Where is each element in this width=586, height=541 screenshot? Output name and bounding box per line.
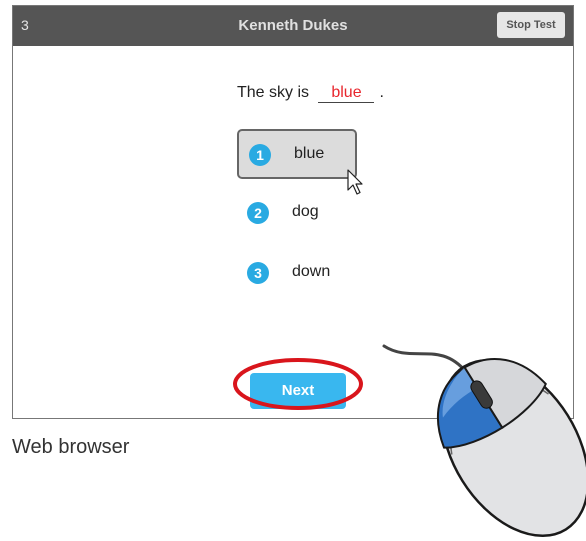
option-3[interactable]: 3 down	[237, 249, 357, 299]
option-2[interactable]: 2 dog	[237, 189, 357, 239]
prompt-suffix: .	[379, 84, 384, 101]
option-number-badge: 2	[247, 202, 269, 224]
option-1[interactable]: 1 blue	[237, 129, 357, 179]
browser-window: 3 Kenneth Dukes Stop Test The sky is blu…	[12, 5, 574, 419]
caption: Web browser	[12, 436, 130, 458]
option-label: down	[292, 263, 331, 280]
next-button[interactable]: Next	[250, 373, 346, 409]
answer-blank: blue	[318, 84, 375, 103]
option-label: dog	[292, 203, 319, 220]
student-name: Kenneth Dukes	[238, 17, 348, 34]
prompt-prefix: The sky is	[237, 84, 310, 101]
question-prompt: The sky is blue.	[237, 84, 384, 103]
option-number-badge: 3	[247, 262, 269, 284]
option-number-badge: 1	[249, 144, 271, 166]
stop-test-button[interactable]: Stop Test	[497, 12, 565, 38]
option-label: blue	[294, 145, 325, 162]
title-bar: 3 Kenneth Dukes Stop Test	[13, 6, 573, 46]
